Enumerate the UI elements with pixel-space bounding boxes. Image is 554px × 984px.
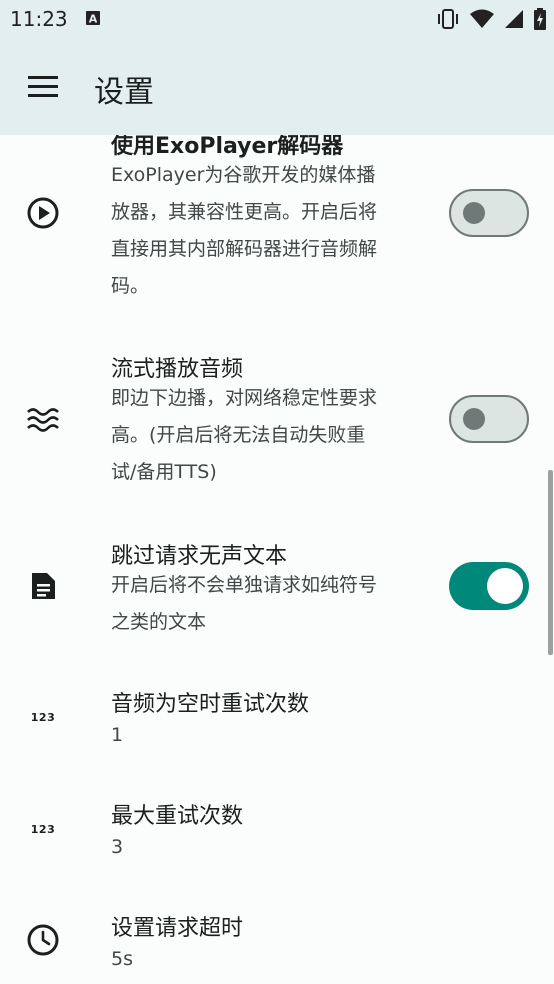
setting-streaming-audio[interactable]: 流式播放音频 即边下边播，对网络稳定性要求 高。(开启后将无法自动失败重 试/备…	[0, 345, 554, 505]
setting-title: 最大重试次数	[111, 804, 244, 829]
setting-exoplayer[interactable]: 使用ExoPlayer解码器 ExoPlayer为谷歌开发的媒体播 放器，其兼容…	[0, 135, 554, 310]
app-bar: 设置	[0, 37, 554, 135]
switch-knob	[463, 202, 485, 224]
setting-max-retries[interactable]: 最大重试次数 3 123	[0, 792, 554, 882]
setting-title: 音频为空时重试次数	[111, 692, 310, 717]
switch-knob	[463, 408, 485, 430]
exoplayer-switch[interactable]	[449, 189, 529, 237]
a-text-icon: A	[86, 11, 100, 25]
setting-title: 流式播放音频	[111, 357, 244, 382]
waves-icon	[25, 402, 61, 438]
setting-skip-silent-text[interactable]: 跳过请求无声文本 开启后将不会单独请求如纯符号 之类的文本	[0, 532, 554, 652]
streaming-audio-switch[interactable]	[449, 395, 529, 443]
setting-title: 跳过请求无声文本	[111, 544, 288, 569]
skip-silent-text-switch[interactable]	[449, 562, 529, 610]
setting-empty-audio-retries[interactable]: 音频为空时重试次数 1 123	[0, 680, 554, 770]
svg-text:A: A	[89, 13, 98, 26]
setting-description: ExoPlayer为谷歌开发的媒体播 放器，其兼容性更高。开启后将 直接用其内部…	[111, 164, 378, 297]
vibrate-icon	[438, 9, 458, 29]
page-title: 设置	[94, 75, 154, 110]
switch-knob	[487, 568, 523, 604]
play-circle-icon	[25, 195, 61, 231]
setting-value: 1	[111, 724, 124, 746]
setting-value: 5s	[111, 948, 133, 970]
setting-value: 3	[111, 836, 124, 858]
scrollbar[interactable]	[548, 470, 553, 655]
setting-title: 设置请求超时	[111, 916, 244, 941]
numbers-icon: 123	[30, 822, 56, 836]
signal-icon	[505, 10, 523, 28]
setting-description: 即边下边播，对网络稳定性要求 高。(开启后将无法自动失败重 试/备用TTS)	[111, 387, 378, 483]
numbers-icon: 123	[30, 710, 56, 724]
status-bar: 11:23 A	[0, 0, 554, 37]
clock-icon	[25, 922, 61, 958]
status-time: 11:23	[10, 7, 68, 31]
battery-charging-icon	[534, 8, 546, 30]
hamburger-menu-icon[interactable]	[26, 72, 60, 100]
setting-request-timeout[interactable]: 设置请求超时 5s	[0, 904, 554, 984]
wifi-icon	[470, 9, 494, 28]
setting-description: 开启后将不会单独请求如纯符号 之类的文本	[111, 574, 378, 633]
document-icon	[25, 568, 61, 604]
settings-list: 使用ExoPlayer解码器 ExoPlayer为谷歌开发的媒体播 放器，其兼容…	[0, 135, 554, 984]
